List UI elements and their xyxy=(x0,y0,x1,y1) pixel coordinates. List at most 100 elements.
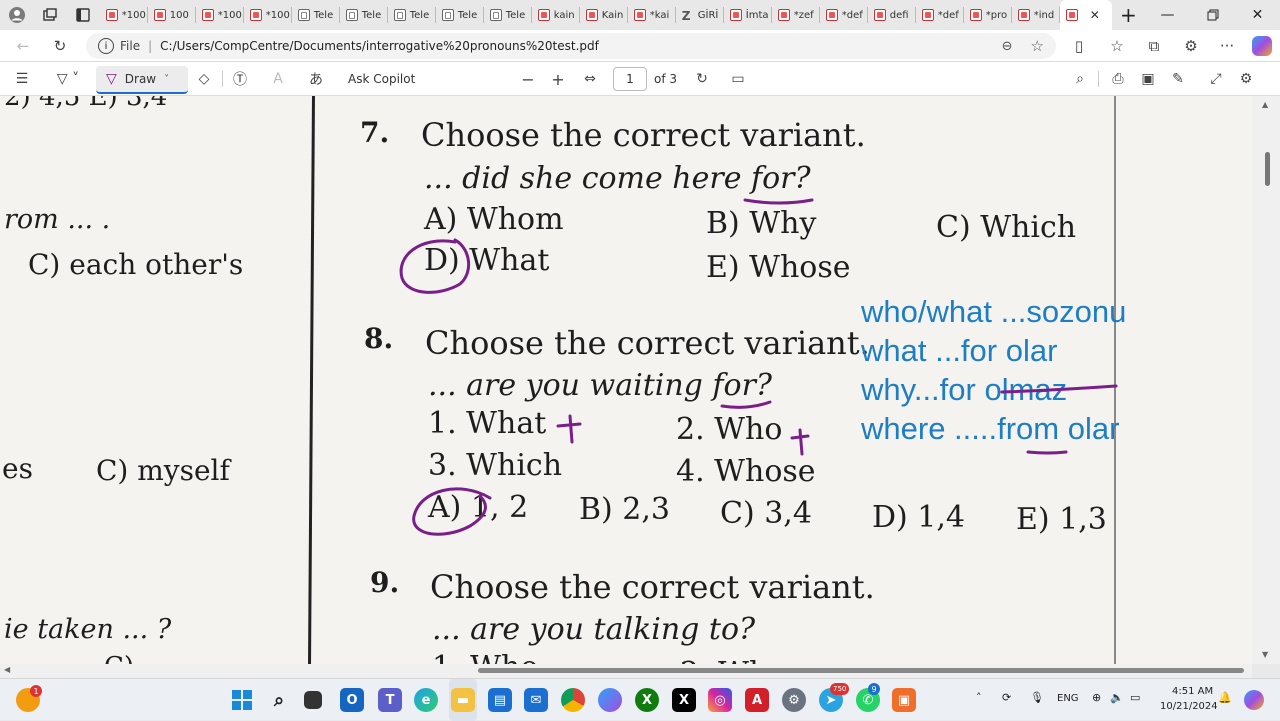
contents-icon[interactable]: ☰ xyxy=(8,65,36,93)
vertical-tabs-icon[interactable] xyxy=(67,0,100,30)
network-icon[interactable]: ⊕ xyxy=(1092,691,1101,704)
browser-tab[interactable]: İmta xyxy=(724,0,771,30)
browser-tab[interactable]: Tele xyxy=(484,0,531,30)
save-icon[interactable]: ▣ xyxy=(1134,65,1162,93)
browser-tab[interactable]: *ind xyxy=(1012,0,1059,30)
task-view-icon[interactable] xyxy=(304,691,322,709)
new-tab-button[interactable]: + xyxy=(1112,0,1145,30)
ink-circle xyxy=(412,487,492,536)
add-text-icon[interactable]: Ⓣ xyxy=(226,65,254,93)
workspaces-icon[interactable] xyxy=(33,0,66,30)
minimize-button[interactable]: — xyxy=(1145,0,1190,30)
close-tab-icon[interactable]: ✕ xyxy=(1090,8,1100,22)
tab-favicon-icon xyxy=(393,9,406,21)
notifications-bell-icon[interactable]: 🔔 xyxy=(1218,691,1232,704)
favorite-star-icon[interactable]: ☆ xyxy=(1031,37,1044,55)
draw-button[interactable]: ▽ Draw ˅ xyxy=(96,66,188,94)
chrome-icon[interactable] xyxy=(561,688,585,712)
maximize-button[interactable] xyxy=(1190,0,1235,30)
extensions-icon[interactable]: ⚙ xyxy=(1176,31,1206,61)
edge-icon[interactable]: e xyxy=(414,688,438,712)
language-indicator[interactable]: ENG xyxy=(1057,693,1079,704)
browser-tab[interactable]: 100 xyxy=(148,0,195,30)
battery-icon[interactable]: ▭ xyxy=(1130,691,1140,704)
zoom-in-button[interactable]: + xyxy=(544,65,572,93)
ask-copilot-button[interactable]: Ask Copilot xyxy=(348,72,415,86)
save-as-icon[interactable]: ✎ xyxy=(1164,65,1192,93)
tab-label: Tele xyxy=(409,9,430,21)
zoom-icon[interactable]: ⊖ xyxy=(1002,39,1013,54)
page-view-icon[interactable]: ▭ xyxy=(724,65,752,93)
scroll-thumb[interactable] xyxy=(1265,152,1270,186)
active-tab[interactable]: ✕ xyxy=(1059,0,1112,30)
scroll-thumb[interactable] xyxy=(478,668,1244,673)
copilot-tray-icon[interactable] xyxy=(1244,690,1264,710)
settings-icon[interactable]: ⚙ xyxy=(782,688,806,712)
collections-icon[interactable]: ⧉ xyxy=(1139,31,1169,61)
close-window-button[interactable]: ✕ xyxy=(1235,0,1280,30)
scroll-up-icon[interactable]: ▲ xyxy=(1262,100,1268,109)
fullscreen-icon[interactable]: ⤢ xyxy=(1202,65,1230,93)
browser-tab[interactable]: *100 xyxy=(196,0,243,30)
print-icon[interactable]: ⎙ xyxy=(1104,65,1132,93)
tab-favicon-icon xyxy=(201,9,214,21)
scroll-down-icon[interactable]: ▼ xyxy=(1262,650,1268,659)
tray-chevron-icon[interactable]: ˄ xyxy=(976,691,982,704)
browser-tab[interactable]: Kain xyxy=(580,0,627,30)
browser-tab[interactable]: *pro xyxy=(964,0,1011,30)
profile-icon[interactable] xyxy=(0,0,33,30)
fit-width-icon[interactable]: ⇔ xyxy=(576,65,604,93)
read-aloud-icon[interactable]: A xyxy=(264,65,292,93)
refresh-icon[interactable]: ↻ xyxy=(45,31,75,61)
browser-tab[interactable]: Tele xyxy=(340,0,387,30)
settings-gear-icon[interactable]: ⚙ xyxy=(1232,65,1260,93)
split-screen-icon[interactable]: ▯ xyxy=(1064,31,1094,61)
info-icon[interactable]: i xyxy=(98,38,114,54)
browser-tab[interactable]: *zef xyxy=(772,0,819,30)
outlook-icon[interactable]: O xyxy=(340,688,364,712)
browser-tab[interactable]: *100 xyxy=(244,0,291,30)
scroll-left-icon[interactable]: ◀ xyxy=(4,665,10,674)
app-icon[interactable]: ▣ xyxy=(892,688,916,712)
vertical-scrollbar[interactable]: ▲ ▼ xyxy=(1252,96,1280,664)
url-field[interactable]: i File | C:/Users/CompCentre/Documents/i… xyxy=(86,33,1056,59)
x-icon[interactable]: X xyxy=(672,688,696,712)
search-icon[interactable]: ⌕ xyxy=(1066,65,1094,93)
teams-icon[interactable]: T xyxy=(378,688,402,712)
mic-icon[interactable]: 🎙 xyxy=(1030,691,1044,704)
store-icon[interactable]: ▤ xyxy=(488,688,512,712)
browser-tab[interactable]: *def xyxy=(820,0,867,30)
instagram-icon[interactable]: ◎ xyxy=(708,688,732,712)
mail-icon[interactable]: ✉ xyxy=(524,688,548,712)
acrobat-icon[interactable]: A xyxy=(745,688,769,712)
browser-tab[interactable]: *kai xyxy=(628,0,675,30)
clock-time[interactable]: 4:51 AM xyxy=(1172,686,1213,697)
sync-icon[interactable]: ⟳ xyxy=(1002,691,1011,704)
search-icon[interactable]: ⌕ xyxy=(267,688,291,712)
page-number-input[interactable]: 1 xyxy=(613,67,647,91)
horizontal-scrollbar[interactable]: ◀ xyxy=(0,664,1252,678)
highlight-icon[interactable]: ▽ ˅ xyxy=(46,65,90,93)
eraser-icon[interactable]: ◇ xyxy=(190,65,218,93)
start-windows-icon[interactable] xyxy=(230,688,254,712)
copilot-icon[interactable] xyxy=(1252,36,1272,56)
browser-tab[interactable]: *100 xyxy=(100,0,147,30)
browser-tab[interactable]: defi xyxy=(868,0,915,30)
file-explorer-icon[interactable]: ▬ xyxy=(451,688,475,712)
copilot-app-icon[interactable] xyxy=(598,688,622,712)
more-menu-icon[interactable]: ··· xyxy=(1212,31,1242,61)
xbox-icon[interactable]: X xyxy=(635,688,659,712)
browser-tab[interactable]: *def xyxy=(916,0,963,30)
favorites-icon[interactable]: ☆ xyxy=(1102,31,1132,61)
back-icon[interactable]: ← xyxy=(8,31,38,61)
volume-icon[interactable]: 🔈 xyxy=(1110,691,1124,704)
translate-icon[interactable]: あ xyxy=(302,65,330,93)
browser-tab[interactable]: Z GİRİ xyxy=(676,0,723,30)
browser-tab[interactable]: Tele xyxy=(436,0,483,30)
clock-date[interactable]: 10/21/2024 xyxy=(1160,701,1218,712)
browser-tab[interactable]: Tele xyxy=(292,0,339,30)
rotate-icon[interactable]: ↻ xyxy=(688,65,716,93)
browser-tab[interactable]: Tele xyxy=(388,0,435,30)
browser-tab[interactable]: kain xyxy=(532,0,579,30)
zoom-out-button[interactable]: − xyxy=(514,65,542,93)
